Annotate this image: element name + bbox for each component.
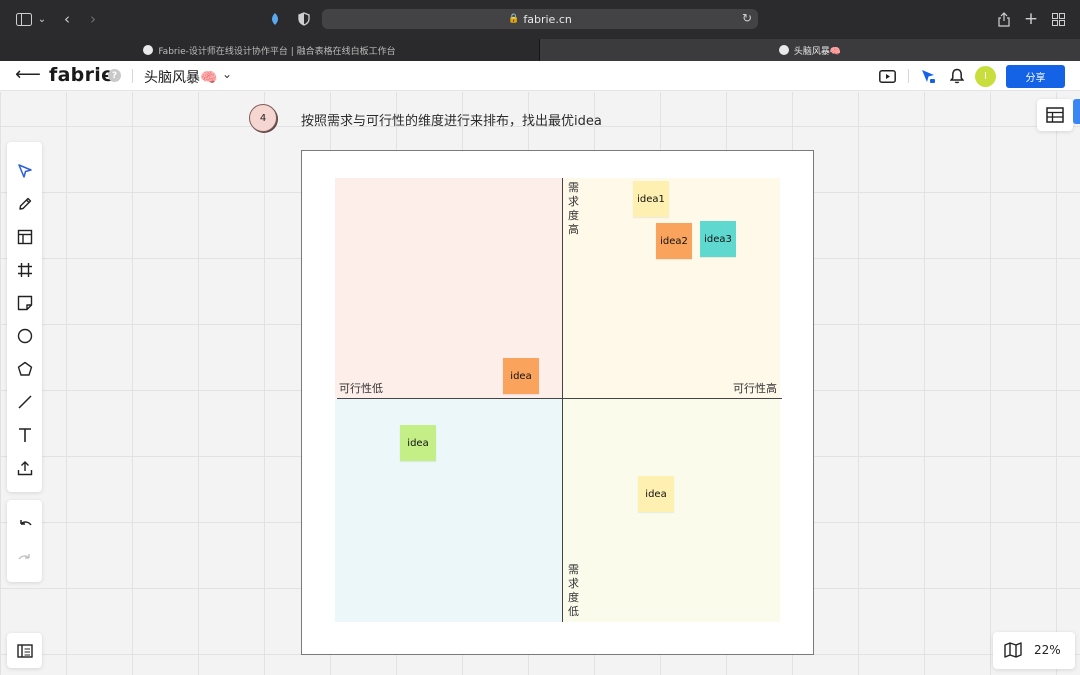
browser-chrome: ⌄ ‹ › 🔒 fabrie.cn ↻ + bbox=[0, 0, 1080, 39]
sidebar-toggle-icon[interactable] bbox=[15, 9, 33, 29]
tab-fabrie-home[interactable]: Fabrie-设计师在线设计协作平台 | 融合表格在线白板工作台 bbox=[0, 39, 539, 61]
cursor-arrow-icon bbox=[17, 163, 32, 178]
side-panel-tab[interactable] bbox=[1073, 99, 1080, 124]
axis-label-demand-high[interactable]: 需求度高 bbox=[568, 181, 581, 237]
axis-label-feasibility-high[interactable]: 可行性高 bbox=[733, 380, 777, 396]
bell-icon[interactable] bbox=[948, 67, 966, 85]
step-number-badge[interactable]: 4 bbox=[249, 104, 277, 132]
fabrie-logo[interactable]: fabrie bbox=[49, 64, 114, 86]
document-title[interactable]: 头脑风暴🧠 bbox=[144, 67, 217, 87]
sticky-note-idea[interactable]: idea bbox=[503, 358, 539, 394]
table-view-button[interactable] bbox=[1037, 99, 1073, 131]
forward-arrow-icon[interactable]: › bbox=[86, 9, 100, 29]
redo-button[interactable] bbox=[13, 547, 36, 570]
layout-icon bbox=[17, 229, 32, 244]
line-icon bbox=[17, 394, 32, 409]
favicon-icon bbox=[143, 45, 154, 55]
sticky-note-tool[interactable] bbox=[13, 291, 36, 314]
upload-icon bbox=[17, 460, 32, 475]
panel-toggle-button[interactable] bbox=[7, 633, 42, 668]
text-t-icon bbox=[18, 427, 31, 442]
zoom-level[interactable]: 22% bbox=[1034, 643, 1061, 657]
reload-icon[interactable]: ↻ bbox=[742, 11, 752, 25]
pentagon-icon bbox=[17, 361, 32, 376]
circle-icon bbox=[17, 328, 32, 343]
lock-icon: 🔒 bbox=[508, 14, 520, 24]
avatar[interactable]: I bbox=[975, 66, 996, 87]
quadrant-bottom-left bbox=[335, 399, 562, 622]
tab-label: Fabrie-设计师在线设计协作平台 | 融合表格在线白板工作台 bbox=[158, 46, 396, 57]
sticky-note-idea[interactable]: idea bbox=[400, 425, 436, 461]
quadrant-top-right bbox=[563, 178, 780, 398]
back-arrow-icon[interactable]: ‹ bbox=[60, 9, 74, 29]
app-header: ⟵ fabrie ? 头脑风暴🧠 ⌄ I 分享 bbox=[0, 61, 1080, 91]
sticky-note-idea[interactable]: idea bbox=[638, 476, 674, 512]
privacy-shield-icon[interactable] bbox=[295, 9, 313, 29]
follow-cursor-icon[interactable] bbox=[919, 67, 937, 85]
favicon-icon bbox=[778, 45, 789, 55]
sticky-note-idea1[interactable]: idea1 bbox=[633, 181, 669, 217]
template-tool[interactable] bbox=[13, 225, 36, 248]
axis-label-demand-low[interactable]: 需求度低 bbox=[568, 563, 581, 619]
help-icon[interactable]: ? bbox=[108, 69, 121, 82]
table-grid-icon bbox=[1046, 107, 1064, 123]
chevron-down-icon[interactable]: ⌄ bbox=[37, 9, 47, 29]
zoom-control: 22% bbox=[993, 632, 1075, 669]
url-text: fabrie.cn bbox=[523, 12, 572, 26]
axis-label-feasibility-low[interactable]: 可行性低 bbox=[339, 380, 383, 396]
minimap-icon[interactable] bbox=[1004, 642, 1022, 662]
undo-button[interactable] bbox=[13, 513, 36, 536]
divider bbox=[908, 69, 909, 83]
new-tab-icon[interactable]: + bbox=[1023, 9, 1039, 29]
address-bar[interactable]: 🔒 fabrie.cn ↻ bbox=[322, 9, 758, 29]
frame-hash-icon bbox=[17, 262, 32, 277]
undo-icon bbox=[19, 519, 32, 525]
tab-label: 头脑风暴🧠 bbox=[793, 46, 842, 57]
chevron-down-icon[interactable]: ⌄ bbox=[222, 67, 232, 81]
circle-shape-tool[interactable] bbox=[13, 324, 36, 347]
divider bbox=[132, 69, 133, 83]
history-controls bbox=[7, 500, 42, 582]
vertical-axis bbox=[562, 178, 563, 622]
share-button[interactable]: 分享 bbox=[1006, 65, 1065, 88]
redo-icon bbox=[17, 553, 30, 559]
horizontal-axis bbox=[337, 398, 782, 399]
text-tool[interactable] bbox=[13, 423, 36, 446]
line-tool[interactable] bbox=[13, 390, 36, 413]
present-play-icon[interactable] bbox=[878, 67, 896, 85]
pencil-icon bbox=[18, 197, 31, 210]
share-sheet-icon[interactable] bbox=[996, 9, 1012, 29]
step-instruction-text[interactable]: 按照需求与可行性的维度进行来排布，找出最优idea bbox=[301, 110, 602, 129]
upload-tool[interactable] bbox=[13, 456, 36, 479]
panel-list-icon bbox=[16, 643, 33, 658]
extension-icon[interactable] bbox=[266, 9, 284, 29]
tab-brainstorm[interactable]: 头脑风暴🧠 bbox=[539, 39, 1080, 61]
frame-tool[interactable] bbox=[13, 258, 36, 281]
back-arrow-icon[interactable]: ⟵ bbox=[15, 64, 41, 85]
sticky-note-idea3[interactable]: idea3 bbox=[700, 221, 736, 257]
polygon-shape-tool[interactable] bbox=[13, 357, 36, 380]
sticky-note-icon bbox=[17, 295, 32, 310]
sticky-note-idea2[interactable]: idea2 bbox=[656, 223, 692, 259]
pen-tool[interactable] bbox=[13, 192, 36, 215]
tab-overview-icon[interactable] bbox=[1050, 9, 1066, 29]
tool-palette bbox=[7, 142, 42, 492]
tab-bar: Fabrie-设计师在线设计协作平台 | 融合表格在线白板工作台 头脑风暴🧠 bbox=[0, 39, 1080, 61]
select-tool[interactable] bbox=[13, 159, 36, 182]
